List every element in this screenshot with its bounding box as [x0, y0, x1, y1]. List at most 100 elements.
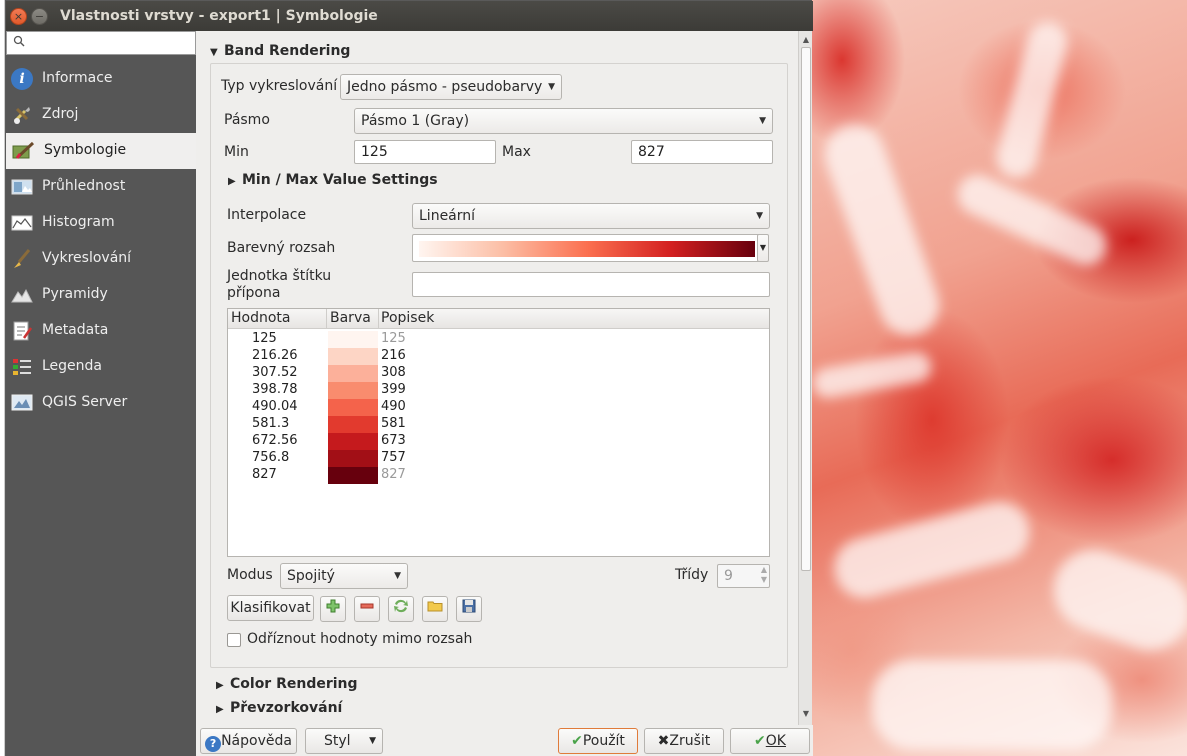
- sidebar-item-pyramidy[interactable]: Pyramidy: [6, 277, 196, 313]
- row-value[interactable]: 827: [252, 467, 277, 482]
- search-icon: [13, 35, 25, 50]
- interpolation-combo[interactable]: Lineární ▼: [412, 203, 770, 229]
- row-value[interactable]: 490.04: [252, 399, 298, 414]
- row-color-swatch[interactable]: [328, 331, 378, 348]
- close-window-button[interactable]: ×: [10, 8, 27, 25]
- row-color-swatch[interactable]: [328, 399, 378, 416]
- table-row[interactable]: 672.56 673: [228, 433, 769, 450]
- table-row[interactable]: 307.52 308: [228, 365, 769, 382]
- sidebar-item-symbologie[interactable]: Symbologie: [6, 133, 196, 169]
- row-value[interactable]: 756.8: [252, 450, 289, 465]
- band-rendering-header[interactable]: ▼ Band Rendering: [210, 43, 350, 59]
- clip-out-of-range-checkbox[interactable]: [227, 633, 241, 647]
- column-header-label[interactable]: Popisek: [381, 310, 434, 326]
- reverse-order-button[interactable]: [388, 596, 414, 622]
- render-type-combo[interactable]: Jedno pásmo - pseudobarvy ▼: [340, 74, 562, 100]
- max-label: Max: [502, 144, 531, 160]
- row-color-swatch[interactable]: [328, 382, 378, 399]
- sidebar-item-informace[interactable]: i Informace: [6, 61, 196, 97]
- load-colormap-button[interactable]: [422, 596, 448, 622]
- content-scrollbar[interactable]: ▲ ▼: [798, 31, 812, 725]
- minimize-window-button[interactable]: −: [31, 8, 48, 25]
- sidebar-item-label: Informace: [42, 70, 113, 86]
- folder-icon: [427, 601, 443, 617]
- row-color-swatch[interactable]: [328, 433, 378, 450]
- help-icon: ?: [205, 736, 222, 752]
- column-header-color[interactable]: Barva: [330, 310, 371, 326]
- sidebar-item-pruhlednost[interactable]: Průhlednost: [6, 169, 196, 205]
- row-value[interactable]: 398.78: [252, 382, 298, 397]
- max-input[interactable]: 827: [631, 140, 773, 164]
- table-row[interactable]: 581.3 581: [228, 416, 769, 433]
- render-type-label: Typ vykreslování: [221, 78, 338, 94]
- scroll-up-icon[interactable]: ▲: [799, 33, 813, 47]
- cancel-button[interactable]: ✖Zrušit: [644, 728, 724, 754]
- unit-suffix-input[interactable]: [412, 272, 770, 297]
- row-label[interactable]: 673: [381, 433, 406, 448]
- row-label[interactable]: 125: [381, 331, 406, 346]
- table-row[interactable]: 827 827: [228, 467, 769, 484]
- resampling-header[interactable]: ▶ Převzorkování: [216, 700, 342, 716]
- row-value[interactable]: 125: [252, 331, 277, 346]
- checkmark-icon: ✔: [571, 733, 583, 749]
- row-label[interactable]: 757: [381, 450, 406, 465]
- help-button[interactable]: ? Nápověda: [200, 728, 297, 754]
- table-row[interactable]: 398.78 399: [228, 382, 769, 399]
- row-label[interactable]: 308: [381, 365, 406, 380]
- color-ramp-button[interactable]: [412, 234, 764, 262]
- table-row[interactable]: 756.8 757: [228, 450, 769, 467]
- sidebar-item-zdroj[interactable]: Zdroj: [6, 97, 196, 133]
- interpolation-label: Interpolace: [227, 207, 307, 223]
- sidebar-search-input[interactable]: [6, 31, 196, 55]
- sidebar-item-label: Průhlednost: [42, 178, 126, 194]
- band-label: Pásmo: [224, 112, 270, 128]
- classes-spinbox[interactable]: 9 ▲ ▼: [717, 564, 770, 588]
- scroll-down-icon[interactable]: ▼: [799, 707, 813, 721]
- row-label[interactable]: 581: [381, 416, 406, 431]
- row-label[interactable]: 399: [381, 382, 406, 397]
- row-value[interactable]: 672.56: [252, 433, 298, 448]
- legend-icon: [11, 356, 33, 378]
- classify-button[interactable]: Klasifikovat: [227, 595, 314, 621]
- color-rendering-header[interactable]: ▶ Color Rendering: [216, 676, 358, 692]
- style-button[interactable]: Styl ▼: [305, 728, 383, 754]
- scroll-thumb[interactable]: [801, 47, 811, 571]
- plus-icon: [326, 599, 340, 617]
- row-color-swatch[interactable]: [328, 450, 378, 467]
- sidebar-item-qgis-server[interactable]: QGIS Server: [6, 385, 196, 421]
- row-label[interactable]: 216: [381, 348, 406, 363]
- minmax-settings-header[interactable]: ▶ Min / Max Value Settings: [228, 172, 438, 188]
- sidebar-item-vykreslovani[interactable]: Vykreslování: [6, 241, 196, 277]
- row-color-swatch[interactable]: [328, 348, 378, 365]
- min-input[interactable]: 125: [354, 140, 496, 164]
- row-label[interactable]: 490: [381, 399, 406, 414]
- sidebar-item-legenda[interactable]: Legenda: [6, 349, 196, 385]
- row-value[interactable]: 581.3: [252, 416, 289, 431]
- sidebar-item-metadata[interactable]: Metadata: [6, 313, 196, 349]
- expand-triangle-icon: ▶: [228, 176, 236, 187]
- save-colormap-button[interactable]: [456, 596, 482, 622]
- row-label[interactable]: 827: [381, 467, 406, 482]
- color-map-table[interactable]: Hodnota Barva Popisek 125 125 216.26 216 307…: [227, 308, 770, 557]
- band-combo[interactable]: Pásmo 1 (Gray) ▼: [354, 108, 773, 134]
- apply-button[interactable]: ✔Použít: [558, 728, 638, 754]
- row-value[interactable]: 307.52: [252, 365, 298, 380]
- color-ramp-menu-button[interactable]: ▼: [757, 234, 769, 262]
- layer-properties-dialog: × − Vlastnosti vrstvy - export1 | Symbol…: [5, 0, 813, 756]
- column-header-value[interactable]: Hodnota: [231, 310, 291, 326]
- sidebar-item-histogram[interactable]: Histogram: [6, 205, 196, 241]
- table-row[interactable]: 125 125: [228, 331, 769, 348]
- row-value[interactable]: 216.26: [252, 348, 298, 363]
- clip-out-of-range-label: Odříznout hodnoty mimo rozsah: [247, 631, 473, 647]
- table-row[interactable]: 216.26 216: [228, 348, 769, 365]
- sidebar-item-label: Metadata: [42, 322, 109, 338]
- ok-button[interactable]: ✔OK: [730, 728, 810, 754]
- add-value-button[interactable]: [320, 596, 346, 622]
- remove-value-button[interactable]: [354, 596, 380, 622]
- mode-combo[interactable]: Spojitý ▼: [280, 563, 408, 589]
- row-color-swatch[interactable]: [328, 467, 378, 484]
- row-color-swatch[interactable]: [328, 416, 378, 433]
- row-color-swatch[interactable]: [328, 365, 378, 382]
- table-row[interactable]: 490.04 490: [228, 399, 769, 416]
- sidebar-item-label: Symbologie: [44, 142, 127, 158]
